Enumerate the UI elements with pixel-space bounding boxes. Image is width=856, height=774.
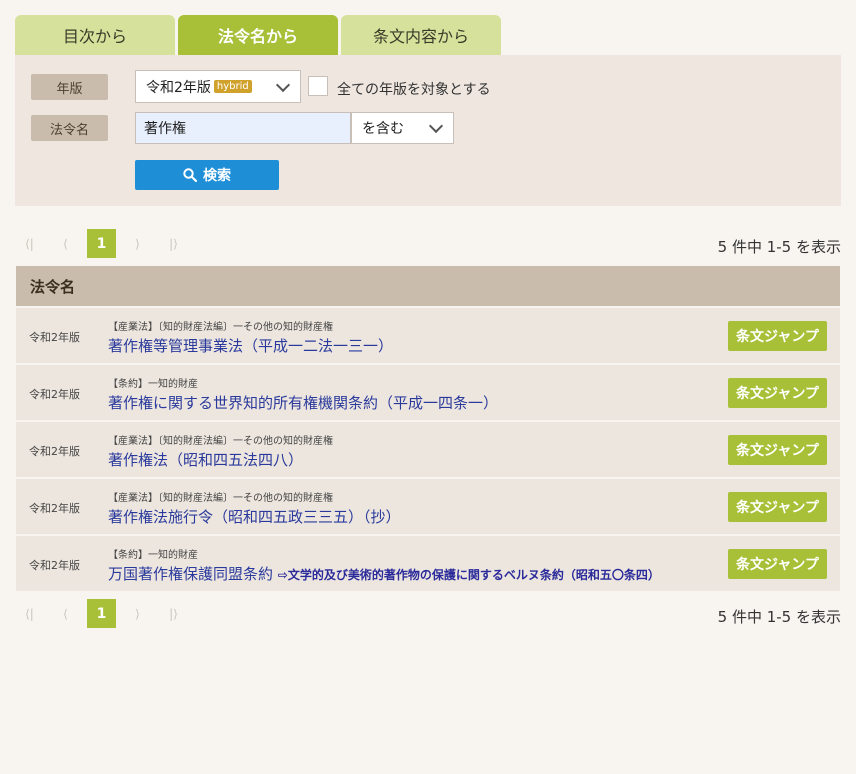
table-row: 令和2年版 【産業法】〔知的財産法編〕一その他の知的財産権 著作権等管理事業法（… (16, 308, 840, 363)
next-page-icon[interactable]: ⟩ (123, 229, 152, 258)
table-row: 令和2年版 【産業法】〔知的財産法編〕一その他の知的財産権 著作権法施行令（昭和… (16, 479, 840, 534)
all-years-checkbox[interactable] (308, 76, 328, 96)
prev-page-icon[interactable]: ⟨ (51, 229, 80, 258)
row-category: 【産業法】〔知的財産法編〕一その他の知的財産権 (108, 493, 333, 504)
all-years-label: 全ての年版を対象とする (337, 82, 491, 98)
article-jump-button[interactable]: 条文ジャンプ (728, 435, 827, 465)
row-category: 【産業法】〔知的財産法編〕一その他の知的財産権 (108, 436, 333, 447)
search-button-label: 検索 (203, 168, 231, 184)
prev-page-icon[interactable]: ⟨ (51, 599, 80, 628)
tab-table-of-contents[interactable]: 目次から (15, 15, 175, 55)
match-select[interactable]: を含む (351, 112, 454, 144)
article-jump-button[interactable]: 条文ジャンプ (728, 549, 827, 579)
last-page-icon[interactable]: |⟩ (159, 229, 188, 258)
tab-law-name[interactable]: 法令名から (178, 15, 338, 55)
article-jump-button[interactable]: 条文ジャンプ (728, 378, 827, 408)
law-name-label: 法令名 (31, 115, 108, 141)
first-page-icon[interactable]: ⟨| (15, 599, 44, 628)
row-category: 【条約】一知的財産 (108, 550, 198, 561)
last-page-icon[interactable]: |⟩ (159, 599, 188, 628)
row-category: 【産業法】〔知的財産法編〕一その他の知的財産権 (108, 322, 333, 333)
row-year: 令和2年版 (29, 388, 80, 401)
column-law-name: 法令名 (30, 277, 76, 296)
law-title-link[interactable]: 著作権法施行令（昭和四五政三三五）（抄） (108, 506, 401, 527)
first-page-icon[interactable]: ⟨| (15, 229, 44, 258)
search-icon (183, 168, 197, 182)
page-1-button[interactable]: 1 (87, 229, 116, 258)
chevron-down-icon (275, 77, 291, 92)
law-title-text: 著作権法施行令（昭和四五政三三五）（抄） (108, 508, 401, 526)
tab-article-content[interactable]: 条文内容から (341, 15, 501, 55)
row-year: 令和2年版 (29, 559, 80, 572)
table-row: 令和2年版 【条約】一知的財産 万国著作権保護同盟条約 ⇨文学的及び美術的著作物… (16, 536, 840, 591)
result-count-bottom: 5 件中 1-5 を表示 (717, 608, 841, 626)
year-select-value: 令和2年版 (146, 79, 211, 96)
law-title-text: 万国著作権保護同盟条約 (108, 565, 274, 583)
hybrid-badge: hybrid (213, 80, 252, 93)
law-title-link[interactable]: 著作権法（昭和四五法四八） (108, 449, 303, 470)
row-category: 【条約】一知的財産 (108, 379, 198, 390)
page-1-button[interactable]: 1 (87, 599, 116, 628)
table-header: 法令名 (16, 266, 840, 306)
law-title-text: 著作権法（昭和四五法四八） (108, 451, 304, 469)
search-button[interactable]: 検索 (135, 160, 279, 190)
article-jump-button[interactable]: 条文ジャンプ (728, 492, 827, 522)
law-title-link[interactable]: 著作権等管理事業法（平成一二法一三一） (108, 335, 393, 356)
table-row: 令和2年版 【条約】一知的財産 著作権に関する世界知的所有権機関条約（平成一四条… (16, 365, 840, 420)
law-title-link[interactable]: 万国著作権保護同盟条約 ⇨文学的及び美術的著作物の保護に関するベルヌ条約（昭和五… (108, 563, 660, 584)
row-year: 令和2年版 (29, 502, 80, 515)
law-title-link[interactable]: 著作権に関する世界知的所有権機関条約（平成一四条一） (108, 392, 498, 413)
next-page-icon[interactable]: ⟩ (123, 599, 152, 628)
article-jump-button[interactable]: 条文ジャンプ (728, 321, 827, 351)
year-label: 年版 (31, 74, 108, 100)
year-select[interactable]: 令和2年版 hybrid (135, 70, 301, 103)
law-title-text: 著作権に関する世界知的所有権機関条約（平成一四条一） (108, 394, 499, 412)
related-treaty-link[interactable]: ⇨文学的及び美術的著作物の保護に関するベルヌ条約（昭和五〇条四） (278, 568, 660, 582)
result-count-top: 5 件中 1-5 を表示 (717, 238, 841, 256)
chevron-down-icon (428, 118, 444, 134)
search-panel: 年版 令和2年版 hybrid 全ての年版を対象とする 法令名 著作権 を含む … (15, 55, 841, 206)
match-select-value: を含む (362, 121, 404, 137)
table-row: 令和2年版 【産業法】〔知的財産法編〕一その他の知的財産権 著作権法（昭和四五法… (16, 422, 840, 477)
law-title-text: 著作権等管理事業法（平成一二法一三一） (108, 337, 394, 355)
law-name-input[interactable]: 著作権 (135, 112, 351, 144)
row-year: 令和2年版 (29, 445, 80, 458)
row-year: 令和2年版 (29, 331, 80, 344)
